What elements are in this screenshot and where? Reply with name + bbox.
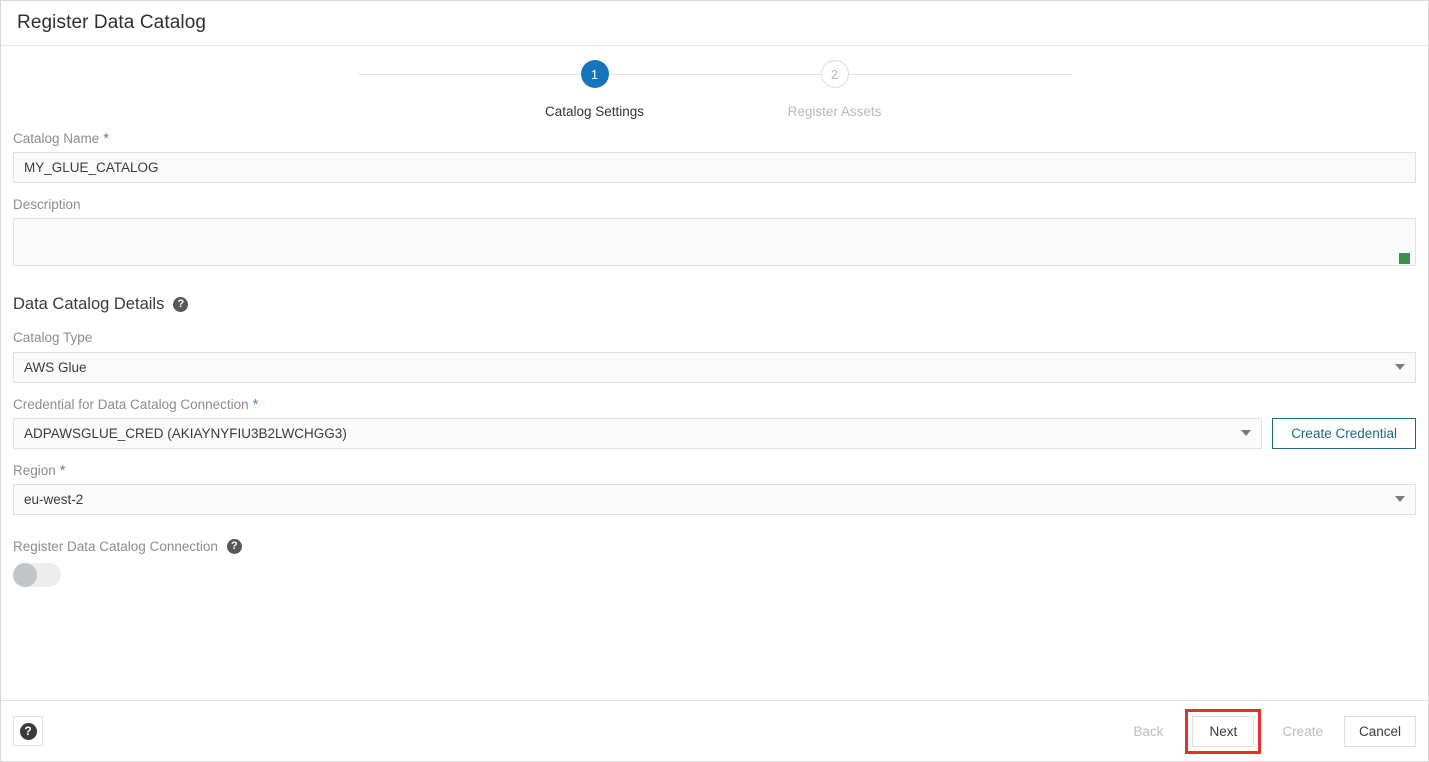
dialog-content: 1 Catalog Settings 2 Register Assets Cat… — [1, 46, 1428, 700]
register-connection-toggle[interactable] — [13, 562, 61, 587]
credential-select-value[interactable]: ADPAWSGLUE_CRED (AKIAYNYFIU3B2LWCHGG3) — [13, 417, 1263, 449]
help-icon[interactable]: ? — [226, 538, 242, 554]
step-register-assets[interactable]: 2 Register Assets — [715, 60, 955, 119]
step-2-circle: 2 — [820, 60, 849, 88]
region-select-wrap[interactable]: eu-west-2 — [13, 483, 1416, 515]
footer-help-button[interactable]: ? — [13, 716, 43, 746]
cancel-button[interactable]: Cancel — [1343, 715, 1416, 747]
catalog-name-label-text: Catalog Name — [13, 131, 100, 146]
next-button-highlight: Next — [1185, 708, 1262, 754]
field-region: Region * eu-west-2 — [13, 463, 1416, 515]
wizard-stepper: 1 Catalog Settings 2 Register Assets — [11, 46, 1418, 131]
catalog-type-select-value[interactable]: AWS Glue — [13, 351, 1416, 383]
dialog-titlebar: Register Data Catalog — [1, 1, 1428, 46]
register-connection-label-row: Register Data Catalog Connection ? — [13, 538, 1416, 554]
field-catalog-name: Catalog Name * — [13, 131, 1416, 184]
catalog-type-select-wrap[interactable]: AWS Glue — [13, 351, 1416, 383]
credential-row: ADPAWSGLUE_CRED (AKIAYNYFIU3B2LWCHGG3) C… — [13, 417, 1416, 449]
back-button[interactable]: Back — [1117, 716, 1179, 747]
field-credential: Credential for Data Catalog Connection * … — [13, 397, 1416, 449]
field-description: Description — [13, 197, 1416, 271]
region-select-value[interactable]: eu-west-2 — [13, 483, 1416, 515]
field-register-connection: Register Data Catalog Connection ? — [13, 538, 1416, 587]
textarea-resize-handle[interactable] — [1399, 253, 1410, 265]
region-label: Region * — [13, 463, 1416, 479]
description-textarea-wrap — [13, 218, 1416, 271]
catalog-type-label: Catalog Type — [13, 330, 93, 346]
footer-actions: Back Next Create Cancel — [1111, 708, 1416, 754]
toggle-knob — [13, 562, 37, 587]
register-data-catalog-dialog: Register Data Catalog 1 Catalog Settings… — [0, 0, 1429, 762]
catalog-settings-form: Catalog Name* Description Data Catalog D… — [11, 131, 1418, 587]
credential-required-star: * — [252, 395, 259, 413]
create-button[interactable]: Create — [1267, 716, 1338, 747]
credential-label: Credential for Data Catalog Connection * — [13, 397, 1416, 413]
dialog-footer: ? Back Next Create Cancel — [1, 700, 1428, 761]
description-textarea[interactable] — [13, 218, 1416, 267]
help-icon[interactable]: ? — [173, 297, 189, 313]
section-title-text: Data Catalog Details — [13, 295, 165, 314]
page-title: Register Data Catalog — [17, 12, 207, 33]
step-1-label: Catalog Settings — [544, 104, 645, 119]
stepper-connector-line — [357, 74, 1072, 75]
catalog-name-required-star: * — [103, 130, 110, 147]
catalog-name-input[interactable] — [13, 152, 1416, 184]
field-catalog-type: Catalog Type AWS Glue — [13, 330, 1416, 383]
region-required-star: * — [59, 461, 66, 479]
data-catalog-details-heading: Data Catalog Details ? — [13, 295, 1416, 314]
region-label-text: Region — [13, 462, 56, 478]
description-label: Description — [13, 197, 81, 213]
catalog-name-label: Catalog Name * — [13, 131, 1416, 147]
credential-select-wrap[interactable]: ADPAWSGLUE_CRED (AKIAYNYFIU3B2LWCHGG3) — [13, 417, 1263, 449]
step-2-label: Register Assets — [787, 104, 882, 119]
credential-label-text: Credential for Data Catalog Connection — [13, 396, 249, 412]
step-catalog-settings[interactable]: 1 Catalog Settings — [475, 60, 715, 119]
help-icon: ? — [19, 722, 37, 740]
next-button[interactable]: Next — [1192, 715, 1255, 747]
register-connection-label: Register Data Catalog Connection — [13, 538, 218, 554]
step-1-circle: 1 — [580, 60, 609, 88]
create-credential-button[interactable]: Create Credential — [1272, 417, 1416, 449]
